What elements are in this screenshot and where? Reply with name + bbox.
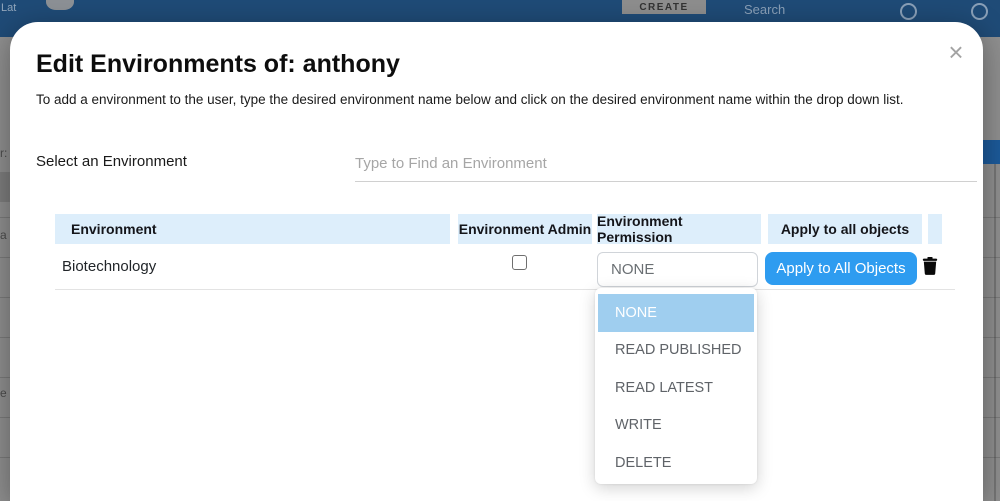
column-header-environment-permission: Environment Permission bbox=[597, 214, 761, 244]
screen: r: a e Lat CREATE Search × Edit Environm… bbox=[0, 0, 1000, 501]
create-button[interactable]: CREATE bbox=[622, 0, 706, 14]
avatar bbox=[46, 0, 74, 10]
permission-dropdown-list: NONE READ PUBLISHED READ LATEST WRITE DE… bbox=[595, 288, 757, 484]
dropdown-option-write[interactable]: WRITE bbox=[595, 407, 757, 445]
modal-description: To add a environment to the user, type t… bbox=[36, 92, 966, 107]
select-environment-label: Select an Environment bbox=[36, 153, 187, 170]
column-header-environment: Environment bbox=[55, 214, 450, 244]
modal-title: Edit Environments of: anthony bbox=[36, 50, 400, 79]
page-scrollbar[interactable] bbox=[994, 164, 996, 501]
dropdown-option-read-published[interactable]: READ PUBLISHED bbox=[595, 332, 757, 370]
edit-environments-modal: × Edit Environments of: anthony To add a… bbox=[10, 22, 983, 501]
dropdown-option-read-latest[interactable]: READ LATEST bbox=[595, 369, 757, 407]
bg-text-fragment: e bbox=[0, 386, 7, 400]
bg-text-fragment: a bbox=[0, 228, 7, 242]
column-header-delete bbox=[928, 214, 942, 244]
dropdown-option-none[interactable]: NONE bbox=[598, 294, 754, 332]
environment-admin-checkbox[interactable] bbox=[512, 255, 527, 270]
navbar-latest-label: Lat bbox=[1, 2, 16, 14]
close-icon[interactable]: × bbox=[940, 36, 972, 68]
environment-name-cell: Biotechnology bbox=[62, 258, 156, 275]
help-icon[interactable] bbox=[971, 3, 988, 20]
bg-blue-row-fragment bbox=[983, 140, 1000, 164]
delete-environment-button[interactable] bbox=[922, 257, 938, 275]
trash-icon bbox=[922, 257, 938, 275]
environment-search-input[interactable] bbox=[355, 146, 977, 182]
bg-text-fragment: r: bbox=[0, 146, 7, 160]
apply-to-all-objects-button[interactable]: Apply to All Objects bbox=[765, 252, 917, 285]
permission-select[interactable]: NONE bbox=[597, 252, 758, 287]
search-icon[interactable] bbox=[900, 3, 917, 20]
column-header-apply-to-all: Apply to all objects bbox=[768, 214, 922, 244]
column-header-environment-admin: Environment Admin bbox=[458, 214, 592, 244]
search-input[interactable]: Search bbox=[744, 2, 785, 17]
dropdown-option-delete[interactable]: DELETE bbox=[595, 444, 757, 482]
